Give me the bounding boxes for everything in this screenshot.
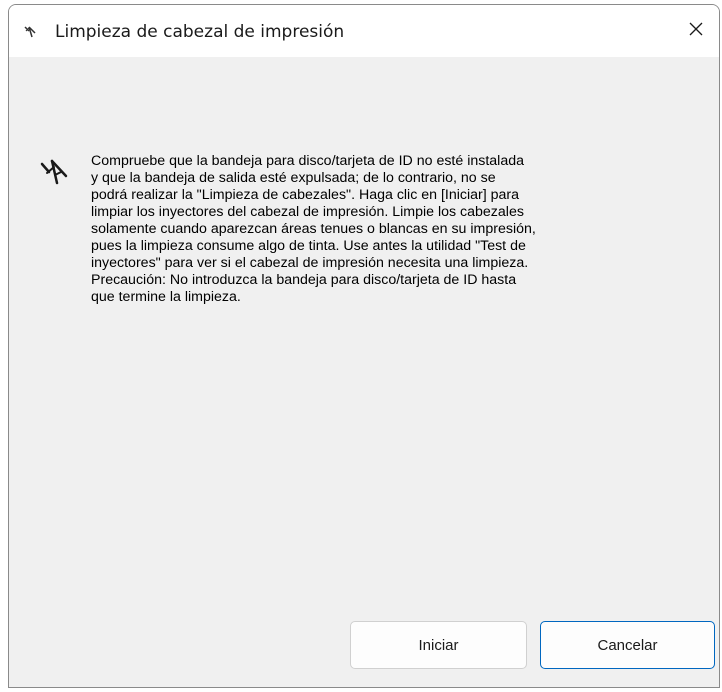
close-icon: [688, 21, 704, 42]
close-button[interactable]: [673, 5, 719, 57]
message-line: solamente cuando aparezcan áreas tenues …: [91, 221, 536, 237]
message-line: limpiar los inyectores del cabezal de im…: [91, 204, 524, 220]
message-line: que termine la limpieza.: [91, 289, 241, 305]
message-line: pues la limpieza consume algo de tinta. …: [91, 238, 526, 254]
start-button[interactable]: Iniciar: [350, 621, 527, 669]
message-line: inyectores" para ver si el cabezal de im…: [91, 255, 529, 271]
instruction-message: Compruebe que la bandeja para disco/tarj…: [91, 153, 671, 306]
message-line: podrá realizar la "Limpieza de cabezales…: [91, 187, 520, 203]
printer-head-icon: [39, 155, 73, 189]
cleaning-dialog: Limpieza de cabezal de impresión Comprue…: [8, 4, 720, 688]
cancel-button[interactable]: Cancelar: [540, 621, 715, 669]
message-line: y que la bandeja de salida esté expulsad…: [91, 170, 496, 186]
dialog-title: Limpieza de cabezal de impresión: [55, 22, 345, 42]
printer-head-icon: [23, 24, 39, 40]
message-line: Compruebe que la bandeja para disco/tarj…: [91, 153, 525, 169]
title-bar: Limpieza de cabezal de impresión: [9, 5, 719, 57]
message-line: Precaución: No introduzca la bandeja par…: [91, 272, 517, 288]
